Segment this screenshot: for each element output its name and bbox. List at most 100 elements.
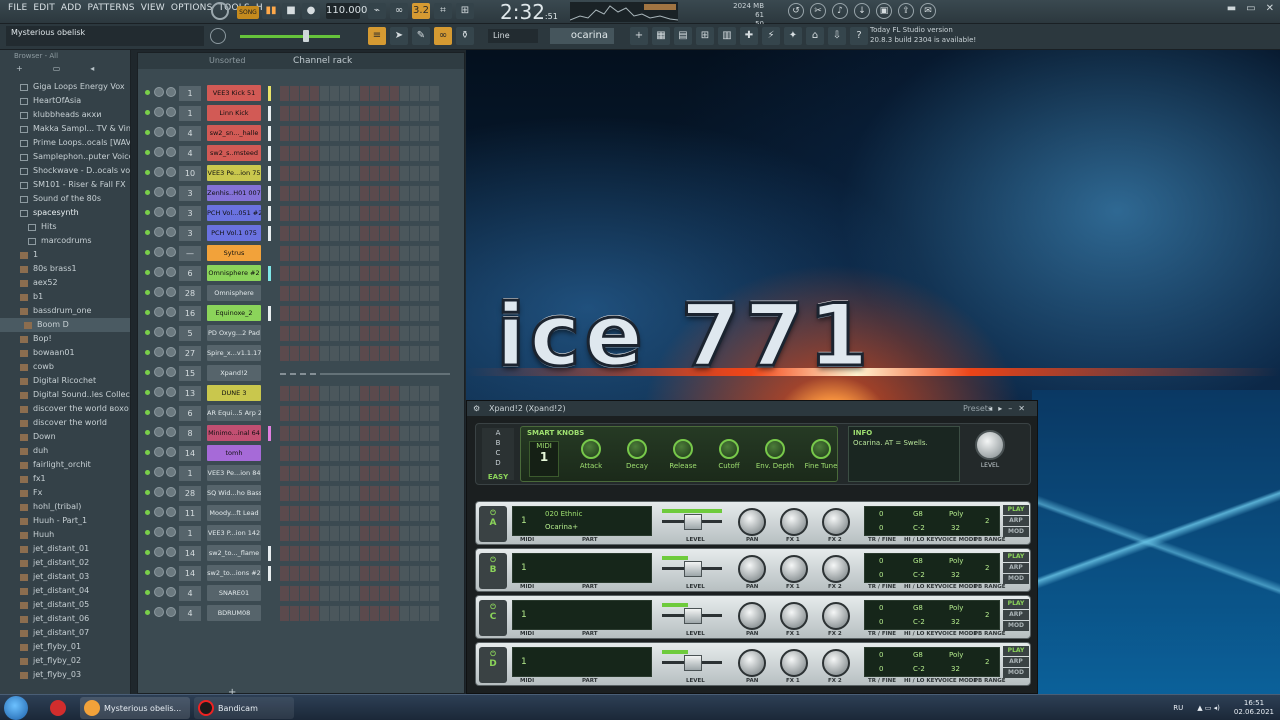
step-button[interactable] [390,406,399,421]
step-button[interactable] [340,606,349,621]
browser-item[interactable]: spacesynth [0,206,130,220]
transpose-value[interactable]: 0 [879,651,883,659]
step-button[interactable] [350,446,359,461]
step-button[interactable] [420,446,429,461]
step-button[interactable] [320,126,329,141]
browser-item[interactable]: Digital Sound..les Collection [0,388,130,402]
channel-volume-knob[interactable] [166,207,176,217]
channel-volume-knob[interactable] [166,307,176,317]
channel-pan-knob[interactable] [154,547,164,557]
channel-volume-knob[interactable] [166,367,176,377]
smart-knob[interactable]: Cutoff [707,439,751,470]
channel-mixer-track[interactable]: 15 [179,366,201,381]
channel-name-button[interactable]: VEE3 Pe...ion 84 [207,465,261,481]
browser-item[interactable]: jet_distant_01 [0,542,130,556]
mod-mode-button[interactable]: MOD [1003,668,1029,678]
record-button[interactable]: ● [302,3,320,19]
play-mode-button[interactable]: PLAY [1003,599,1029,609]
fine-value[interactable]: 0 [879,665,883,673]
step-button[interactable] [410,486,419,501]
step-button[interactable] [310,326,319,341]
part-power-button[interactable]: ⏻ A [479,506,507,542]
step-button[interactable] [300,486,309,501]
step-button[interactable] [350,286,359,301]
step-button[interactable] [330,186,339,201]
step-button[interactable] [370,526,379,541]
step-button[interactable] [420,126,429,141]
download-icon[interactable]: ↓ [854,3,870,19]
minimize-button[interactable]: ▬ [1227,3,1236,14]
menu-edit[interactable]: EDIT [33,3,55,17]
step-button[interactable] [300,106,309,121]
step-button[interactable] [310,106,319,121]
step-button[interactable] [290,306,299,321]
step-button[interactable] [290,526,299,541]
pb-range-value[interactable]: 2 [985,658,989,666]
channel-mute-led[interactable] [145,330,150,335]
channel-pan-knob[interactable] [154,347,164,357]
browser-item[interactable]: jet_flyby_03 [0,668,130,682]
channel-select-indicator[interactable] [268,186,271,201]
step-button[interactable] [380,466,389,481]
easy-mode-label[interactable]: EASY [482,472,514,482]
browser-item[interactable]: HeartOfAsia [0,94,130,108]
step-button[interactable] [420,466,429,481]
step-button[interactable] [400,266,409,281]
part-display[interactable]: 1 [512,600,652,630]
step-button[interactable] [360,386,369,401]
step-button[interactable] [300,446,309,461]
step-button[interactable] [290,586,299,601]
fx2-knob[interactable] [822,508,850,536]
step-button[interactable] [300,326,309,341]
step-button[interactable] [370,546,379,561]
smart-knob-dial[interactable] [581,439,601,459]
channel-volume-knob[interactable] [166,147,176,157]
step-button[interactable] [320,506,329,521]
step-button[interactable] [370,186,379,201]
step-button[interactable] [290,546,299,561]
step-button[interactable] [350,306,359,321]
gear-icon[interactable]: ⚙ [473,401,480,416]
step-button[interactable] [370,566,379,581]
channel-name-button[interactable]: PCH Vol.1 075 [207,225,261,241]
channel-mute-led[interactable] [145,550,150,555]
mod-mode-button[interactable]: MOD [1003,621,1029,631]
arrow-icon[interactable]: ➤ [390,27,408,45]
channel-pan-knob[interactable] [154,267,164,277]
channel-volume-knob[interactable] [166,467,176,477]
step-button[interactable] [290,206,299,221]
smart-knob-dial[interactable] [627,439,647,459]
step-button[interactable] [390,166,399,181]
step-button[interactable] [380,586,389,601]
step-button[interactable] [280,446,289,461]
stop-button[interactable]: ■ [282,3,300,19]
step-button[interactable] [420,346,429,361]
step-button[interactable] [430,146,439,161]
step-button[interactable] [400,286,409,301]
step-button[interactable] [350,406,359,421]
channel-pan-knob[interactable] [154,147,164,157]
step-button[interactable] [420,266,429,281]
step-button[interactable] [400,466,409,481]
fader-cap[interactable] [684,561,702,577]
play-mode-button[interactable]: PLAY [1003,646,1029,656]
mic-icon[interactable]: ♪ [832,3,848,19]
step-button[interactable] [350,206,359,221]
step-button[interactable] [330,506,339,521]
step-button[interactable] [290,186,299,201]
channel-select-indicator[interactable] [268,426,271,441]
part-level-fader[interactable] [662,553,726,583]
browser-item[interactable]: Huuh [0,528,130,542]
step-button[interactable] [330,226,339,241]
channel-pan-knob[interactable] [154,187,164,197]
step-button[interactable] [280,466,289,481]
channel-mixer-track[interactable]: 3 [179,186,201,201]
step-button[interactable] [390,386,399,401]
step-button[interactable] [350,466,359,481]
pb-range-value[interactable]: 2 [985,611,989,619]
channel-mute-led[interactable] [145,350,150,355]
menu-patterns[interactable]: PATTERNS [88,3,135,17]
channel-mute-led[interactable] [145,310,150,315]
step-button[interactable] [380,426,389,441]
voice-count-value[interactable]: 32 [951,618,960,626]
